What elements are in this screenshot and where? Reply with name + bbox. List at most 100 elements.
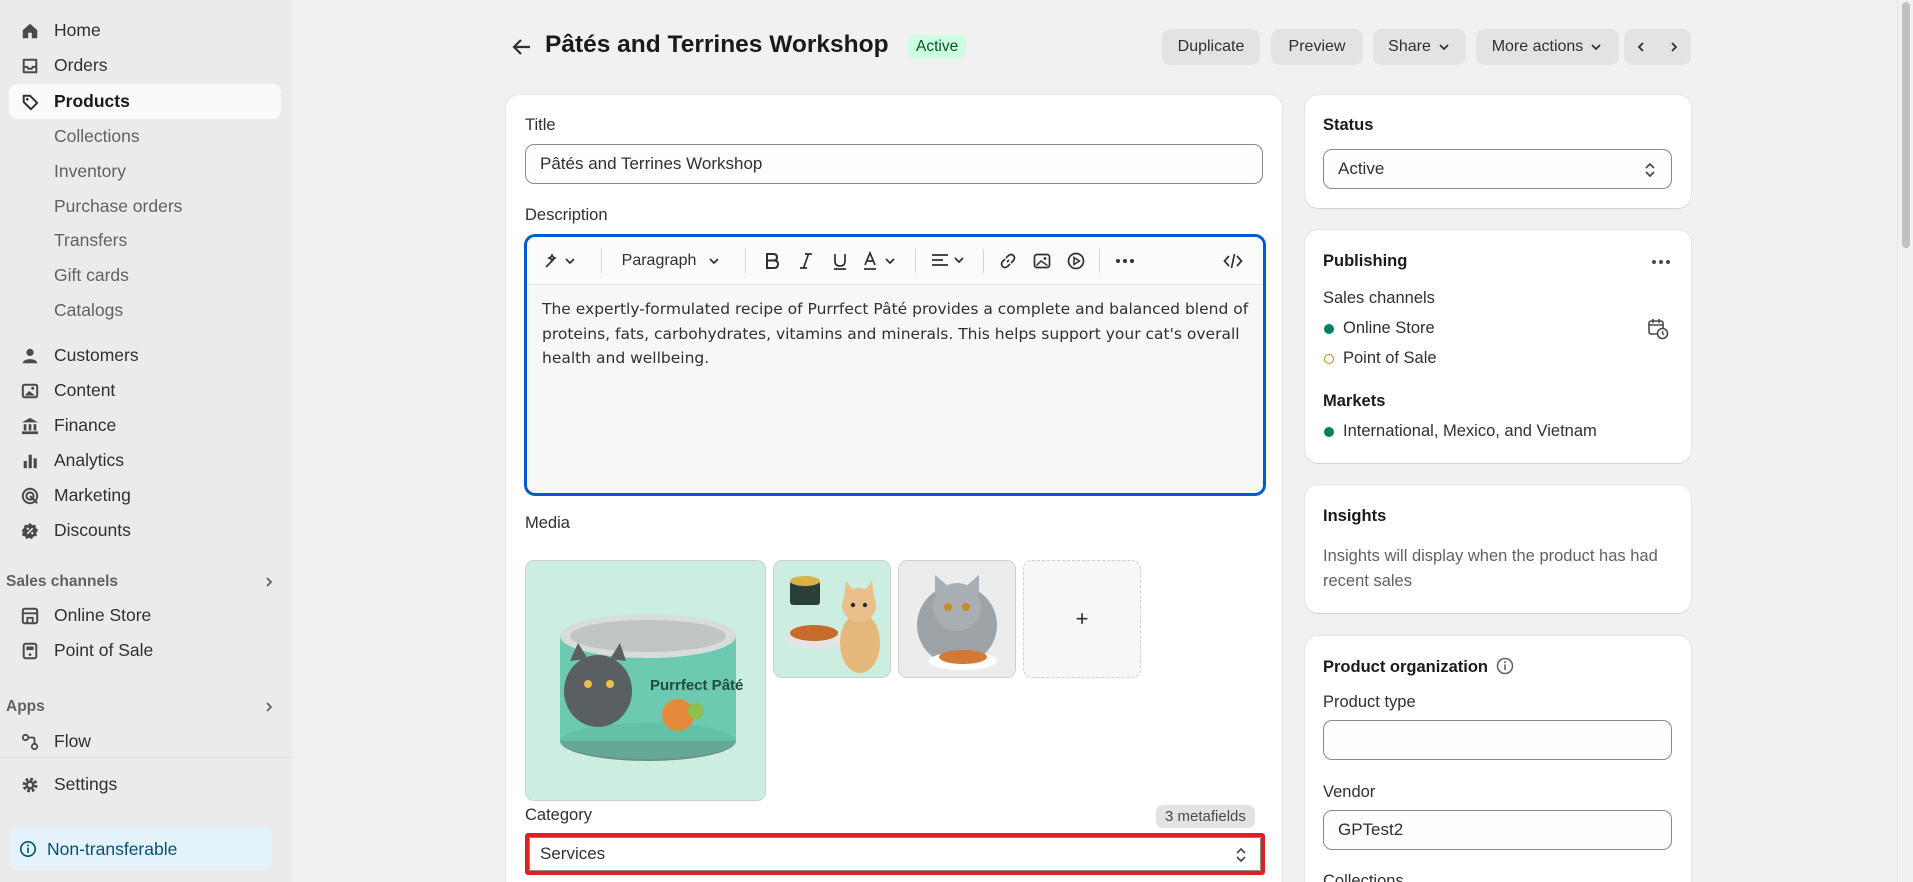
- non-transferable-notice[interactable]: Non-transferable: [9, 828, 272, 870]
- chevron-down-icon: [1591, 44, 1601, 51]
- organization-info-button[interactable]: [1496, 657, 1516, 677]
- scrollbar-thumb[interactable]: [1902, 2, 1910, 248]
- cat-with-food-image: [774, 561, 890, 677]
- next-product-button[interactable]: [1657, 29, 1690, 65]
- home-icon: [22, 23, 38, 39]
- page-scrollbar[interactable]: [1897, 0, 1913, 882]
- product-details-card: Title Pâtés and Terrines Workshop Descri…: [506, 95, 1282, 882]
- text-color-button[interactable]: [859, 246, 903, 276]
- align-button[interactable]: [927, 246, 973, 276]
- sidebar-item-products[interactable]: Products: [9, 84, 281, 119]
- sidebar-item-transfers[interactable]: Transfers: [9, 223, 281, 258]
- page-header: Pâtés and Terrines Workshop Active Dupli…: [505, 28, 1691, 66]
- description-content[interactable]: The expertly-formulated recipe of Purrfe…: [542, 297, 1252, 371]
- metafields-badge[interactable]: 3 metafields: [1156, 805, 1255, 828]
- preview-label: Preview: [1288, 38, 1346, 55]
- unpublished-indicator: [1324, 354, 1334, 364]
- status-badge: Active: [908, 35, 967, 59]
- add-media-button[interactable]: +: [1023, 560, 1141, 678]
- status-value: Active: [1338, 159, 1385, 178]
- play-circle-icon: [1067, 252, 1085, 270]
- sidebar-item-customers[interactable]: Customers: [9, 338, 281, 373]
- publishing-menu-button[interactable]: [1647, 250, 1675, 274]
- more-formatting-button[interactable]: [1109, 246, 1141, 276]
- insert-link-button[interactable]: [993, 246, 1023, 276]
- sidebar-item-flow[interactable]: Flow: [9, 724, 281, 759]
- sidebar-item-label: Discounts: [54, 520, 131, 540]
- sidebar-item-discounts[interactable]: Discounts: [9, 513, 281, 548]
- insert-video-button[interactable]: [1061, 246, 1091, 276]
- media-thumbnail-cat-bowl[interactable]: [773, 560, 891, 678]
- collections-label: Collections: [1323, 872, 1404, 882]
- sidebar-divider: [0, 757, 292, 758]
- schedule-publish-button[interactable]: [1647, 318, 1673, 342]
- markets-indicator: [1324, 427, 1334, 437]
- sidebar-item-purchase-orders[interactable]: Purchase orders: [9, 189, 281, 224]
- image-icon: [21, 383, 39, 399]
- sidebar-item-settings[interactable]: Settings: [9, 767, 281, 802]
- sidebar-item-label: Customers: [54, 345, 139, 365]
- sidebar-item-finance[interactable]: Finance: [9, 408, 281, 443]
- sidebar-item-analytics[interactable]: Analytics: [9, 443, 281, 478]
- media-main-image[interactable]: Purrfect Pâté: [525, 560, 766, 801]
- product-type-input[interactable]: [1323, 720, 1672, 760]
- discount-icon: [21, 522, 39, 540]
- publishing-heading: Publishing: [1323, 252, 1408, 270]
- apps-heading-label: Apps: [6, 698, 45, 715]
- sidebar-item-marketing[interactable]: Marketing: [9, 478, 281, 513]
- sales-channels-heading[interactable]: Sales channels: [6, 573, 276, 591]
- sidebar-item-inventory[interactable]: Inventory: [9, 154, 281, 189]
- sidebar-item-orders[interactable]: Orders: [9, 48, 281, 83]
- chevron-down-icon: [709, 258, 719, 265]
- sidebar: Home Orders Products Collections Invento…: [0, 0, 292, 882]
- vendor-input[interactable]: GPTest2: [1323, 810, 1672, 850]
- sidebar-item-gift-cards[interactable]: Gift cards: [9, 258, 281, 293]
- status-select[interactable]: Active: [1323, 149, 1672, 189]
- bar-chart-icon: [23, 454, 37, 469]
- sidebar-item-point-of-sale[interactable]: Point of Sale: [9, 633, 281, 668]
- media-label: Media: [525, 514, 570, 532]
- non-transferable-label: Non-transferable: [47, 838, 178, 859]
- sidebar-item-catalogs[interactable]: Catalogs: [9, 293, 281, 328]
- insert-image-button[interactable]: [1027, 246, 1057, 276]
- store-icon: [21, 607, 39, 625]
- ai-generate-button[interactable]: [539, 246, 583, 276]
- underline-button[interactable]: [825, 246, 855, 276]
- sidebar-item-collections[interactable]: Collections: [9, 119, 281, 154]
- media-thumbnail-grey-cat[interactable]: [898, 560, 1016, 678]
- chevron-right-icon: [266, 702, 273, 712]
- code-icon: [1223, 253, 1243, 269]
- back-button[interactable]: [508, 34, 536, 60]
- channel-point-of-sale: Point of Sale: [1343, 349, 1437, 367]
- apps-heading[interactable]: Apps: [6, 698, 276, 716]
- category-select[interactable]: Services: [529, 837, 1261, 871]
- toolbar-separator: [745, 249, 746, 273]
- sidebar-item-content[interactable]: Content: [9, 373, 281, 408]
- paragraph-select[interactable]: Paragraph: [613, 246, 733, 276]
- bank-icon: [21, 417, 39, 435]
- gear-icon: [22, 777, 38, 793]
- bold-button[interactable]: [757, 246, 787, 276]
- editor-toolbar: Paragraph: [527, 237, 1263, 285]
- preview-button[interactable]: Preview: [1271, 29, 1363, 65]
- category-highlight: Services: [525, 833, 1265, 875]
- info-icon: [19, 840, 37, 858]
- sidebar-item-label: Settings: [54, 774, 118, 794]
- description-label: Description: [525, 206, 608, 224]
- more-actions-button[interactable]: More actions: [1476, 29, 1619, 65]
- published-indicator: [1324, 324, 1334, 334]
- share-button[interactable]: Share: [1373, 29, 1466, 65]
- category-label: Category: [525, 806, 592, 824]
- arrow-left-icon: [512, 39, 530, 55]
- show-html-button[interactable]: [1217, 246, 1249, 276]
- italic-button[interactable]: [791, 246, 821, 276]
- sidebar-item-label: Flow: [54, 731, 91, 751]
- duplicate-button[interactable]: Duplicate: [1162, 29, 1260, 65]
- sidebar-item-home[interactable]: Home: [9, 13, 281, 48]
- category-value: Services: [540, 844, 606, 863]
- product-organization-heading: Product organization: [1323, 658, 1488, 676]
- sidebar-item-label: Analytics: [54, 450, 125, 470]
- sidebar-item-online-store[interactable]: Online Store: [9, 598, 281, 633]
- title-input[interactable]: Pâtés and Terrines Workshop: [525, 144, 1263, 184]
- previous-product-button[interactable]: [1624, 29, 1657, 65]
